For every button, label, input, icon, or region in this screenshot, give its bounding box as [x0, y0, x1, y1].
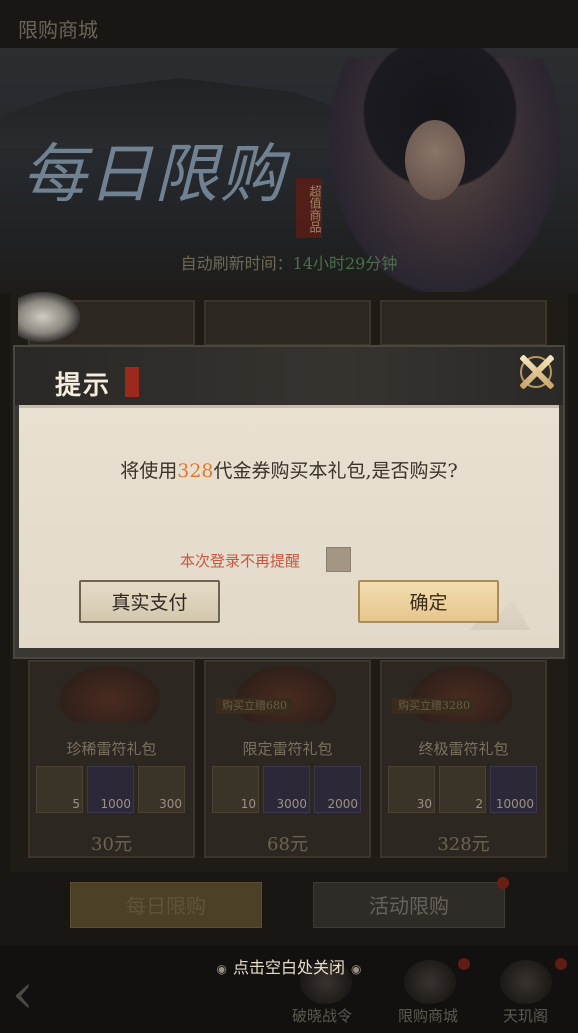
message-prefix: 将使用: [120, 460, 178, 482]
confirm-button[interactable]: 确定: [358, 580, 499, 623]
title-seal-icon: [125, 367, 139, 397]
dont-remind-checkbox[interactable]: [326, 547, 351, 572]
dialog-title: 提示: [55, 371, 112, 401]
dialog-message: 将使用328代金券购买本礼包,是否购买?: [0, 456, 578, 483]
voucher-amount: 328: [177, 460, 214, 482]
real-pay-button[interactable]: 真实支付: [79, 580, 220, 623]
close-button[interactable]: [512, 348, 560, 396]
close-icon: [514, 350, 558, 394]
remind-label[interactable]: 本次登录不再提醒: [180, 550, 300, 571]
decorative-rock-icon: [18, 292, 80, 342]
message-suffix: 代金券购买本礼包,是否购买?: [213, 460, 458, 482]
